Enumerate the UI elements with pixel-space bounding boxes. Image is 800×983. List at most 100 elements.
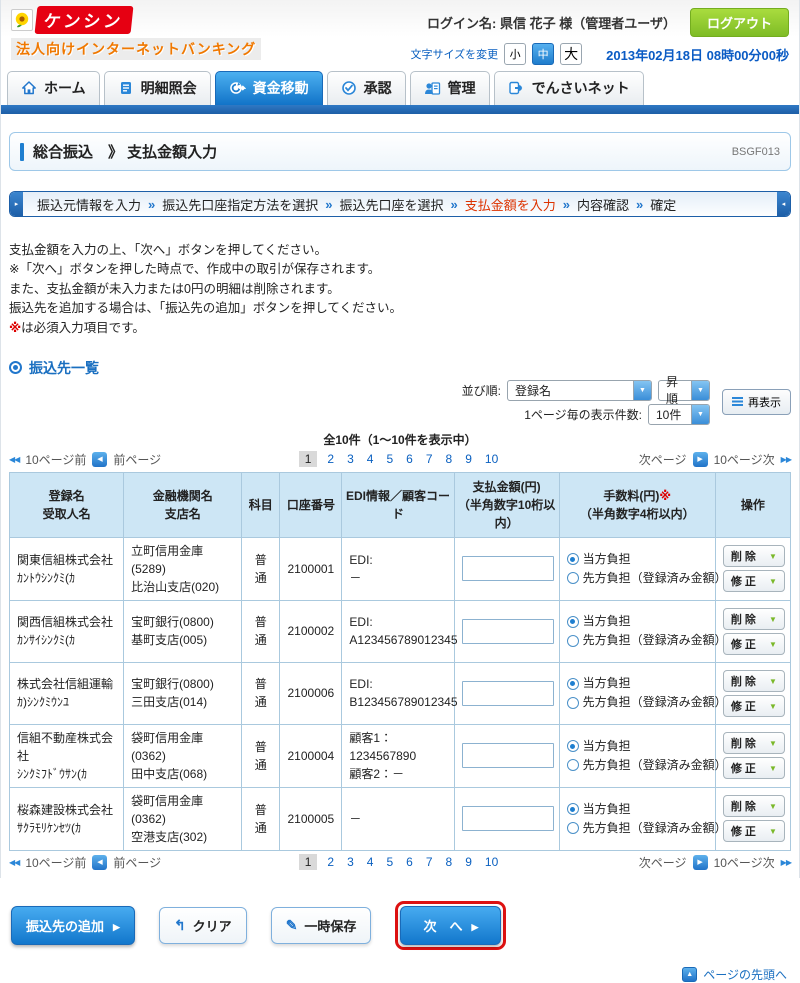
fee-other-radio[interactable]: 先方負担（登録済み金額）	[567, 756, 708, 775]
next-button-highlight: 次 へ	[395, 901, 506, 950]
fee-other-radio[interactable]: 先方負担（登録済み金額）	[567, 819, 708, 838]
next-10-pages-link[interactable]: 10ページ次	[714, 854, 775, 871]
logout-button[interactable]: ログアウト	[690, 8, 789, 37]
page-number-link[interactable]: 7	[423, 855, 436, 869]
back-to-top-link[interactable]: ページの先頭へ	[703, 966, 787, 983]
account-number: 2100001	[280, 537, 342, 600]
fee-self-radio[interactable]: 当方負担	[567, 612, 708, 631]
radio-icon	[567, 759, 579, 771]
payment-amount-input[interactable]	[462, 681, 554, 706]
clear-button[interactable]: ↰クリア	[159, 907, 247, 944]
prev-page-icon[interactable]	[92, 855, 107, 870]
delete-button[interactable]: 削 除	[723, 545, 785, 567]
next-10-pages-icon	[781, 858, 791, 867]
page-number-link[interactable]: 5	[383, 855, 396, 869]
fee-self-radio[interactable]: 当方負担	[567, 800, 708, 819]
next-page-icon[interactable]	[693, 452, 708, 467]
page-number-link[interactable]: 4	[364, 855, 377, 869]
tab-statement-inquiry[interactable]: 明細照会	[104, 71, 211, 105]
prev-page-icon[interactable]	[92, 452, 107, 467]
top-arrow-icon[interactable]	[682, 967, 697, 982]
page-number-link[interactable]: 6	[403, 855, 416, 869]
add-payee-button[interactable]: 振込先の追加	[11, 906, 135, 945]
next-page-icon[interactable]	[693, 855, 708, 870]
table-row: 株式会社信組運輸ｶ)ｼﾝｸﾐｳﾝﾕ 宝町銀行(0800)三田支店(014) 普通…	[10, 662, 791, 724]
fee-other-radio[interactable]: 先方負担（登録済み金額）	[567, 631, 708, 650]
payment-amount-input[interactable]	[462, 806, 554, 831]
fee-self-radio[interactable]: 当方負担	[567, 737, 708, 756]
next-button[interactable]: 次 へ	[400, 906, 501, 945]
page-number-link[interactable]: 6	[403, 452, 416, 466]
pagination-bottom: 10ページ前 前ページ 1 2 3 4 5 6 7 8 9 10 次ページ 10…	[9, 854, 791, 871]
tab-admin[interactable]: 管理	[410, 71, 490, 105]
sort-direction-select[interactable]: 昇順	[658, 380, 710, 401]
home-icon	[21, 80, 37, 96]
fee-self-radio[interactable]: 当方負担	[567, 550, 708, 569]
modify-button[interactable]: 修 正	[723, 695, 785, 717]
account-number: 2100006	[280, 662, 342, 724]
sort-order-label: 並び順:	[462, 382, 501, 399]
bank-name: 立町信用金庫(5289)	[131, 542, 234, 578]
page-number-link[interactable]: 7	[423, 452, 436, 466]
prev-page-link[interactable]: 前ページ	[113, 854, 161, 871]
page-number-link[interactable]: 5	[383, 452, 396, 466]
page-number-link[interactable]: 4	[364, 452, 377, 466]
delete-button[interactable]: 削 除	[723, 732, 785, 754]
delete-button[interactable]: 削 除	[723, 608, 785, 630]
main-nav: ホーム 明細照会 資金移動 承認 管理	[1, 67, 799, 105]
required-mark: ※	[659, 489, 671, 503]
modify-button[interactable]: 修 正	[723, 570, 785, 592]
page-number-link[interactable]: 3	[344, 452, 357, 466]
tab-funds-transfer[interactable]: 資金移動	[215, 71, 323, 105]
tab-densai-net[interactable]: でんさいネット	[494, 71, 644, 105]
page-number-link[interactable]: 9	[462, 452, 475, 466]
modify-button[interactable]: 修 正	[723, 633, 785, 655]
payment-amount-input[interactable]	[462, 743, 554, 768]
next-page-link[interactable]: 次ページ	[639, 451, 687, 468]
page-number-link[interactable]: 2	[324, 855, 337, 869]
payee-registered-name: 関西信組株式会社	[17, 613, 116, 631]
page-number-current: 1	[299, 854, 318, 870]
next-10-pages-link[interactable]: 10ページ次	[714, 451, 775, 468]
page-number-link[interactable]: 8	[443, 452, 456, 466]
fee-other-radio[interactable]: 先方負担（登録済み金額）	[567, 693, 708, 712]
col-bank-name: 金融機関名	[126, 487, 239, 505]
page-number-link[interactable]: 10	[482, 855, 501, 869]
page-number-link[interactable]: 3	[344, 855, 357, 869]
page-number-link[interactable]: 8	[443, 855, 456, 869]
font-size-large-button[interactable]: 大	[560, 43, 582, 65]
payment-amount-input[interactable]	[462, 619, 554, 644]
fee-self-radio[interactable]: 当方負担	[567, 674, 708, 693]
prev-10-pages-link[interactable]: 10ページ前	[25, 854, 86, 871]
payment-amount-input[interactable]	[462, 556, 554, 581]
sort-controls: 並び順: 登録名 昇順 1ページ毎の表示件数: 10件	[9, 380, 791, 425]
payee-registered-name: 桜森建設株式会社	[17, 801, 116, 819]
page-number-link[interactable]: 9	[462, 855, 475, 869]
modify-button[interactable]: 修 正	[723, 757, 785, 779]
instructions: 支払金額を入力の上、「次へ」ボタンを押してください。 ※「次へ」ボタンを押した時…	[9, 241, 791, 338]
delete-button[interactable]: 削 除	[723, 795, 785, 817]
title-accent-bar	[20, 143, 24, 161]
page-number-link[interactable]: 2	[324, 452, 337, 466]
sort-key-select[interactable]: 登録名	[507, 380, 652, 401]
page-number-link[interactable]: 10	[482, 452, 501, 466]
prev-page-link[interactable]: 前ページ	[113, 451, 161, 468]
col-fee: 手数料(円)※	[562, 487, 713, 505]
col-operation: 操作	[715, 472, 790, 537]
modify-button[interactable]: 修 正	[723, 820, 785, 842]
nav-accent-bar	[1, 105, 799, 114]
redisplay-button[interactable]: 再表示	[722, 389, 791, 415]
font-size-small-button[interactable]: 小	[504, 43, 526, 65]
fee-other-radio[interactable]: 先方負担（登録済み金額）	[567, 569, 708, 588]
edi-info-line2: －	[349, 569, 446, 587]
tab-home[interactable]: ホーム	[7, 71, 100, 105]
instruction-line: 支払金額を入力の上、「次へ」ボタンを押してください。	[9, 241, 791, 260]
delete-button[interactable]: 削 除	[723, 670, 785, 692]
dropdown-triangle-icon	[769, 675, 777, 687]
per-page-select[interactable]: 10件	[648, 404, 710, 425]
temp-save-button[interactable]: ✎一時保存	[271, 907, 372, 944]
font-size-medium-button[interactable]: 中	[532, 43, 554, 65]
tab-approval[interactable]: 承認	[327, 71, 406, 105]
prev-10-pages-link[interactable]: 10ページ前	[25, 451, 86, 468]
next-page-link[interactable]: 次ページ	[639, 854, 687, 871]
